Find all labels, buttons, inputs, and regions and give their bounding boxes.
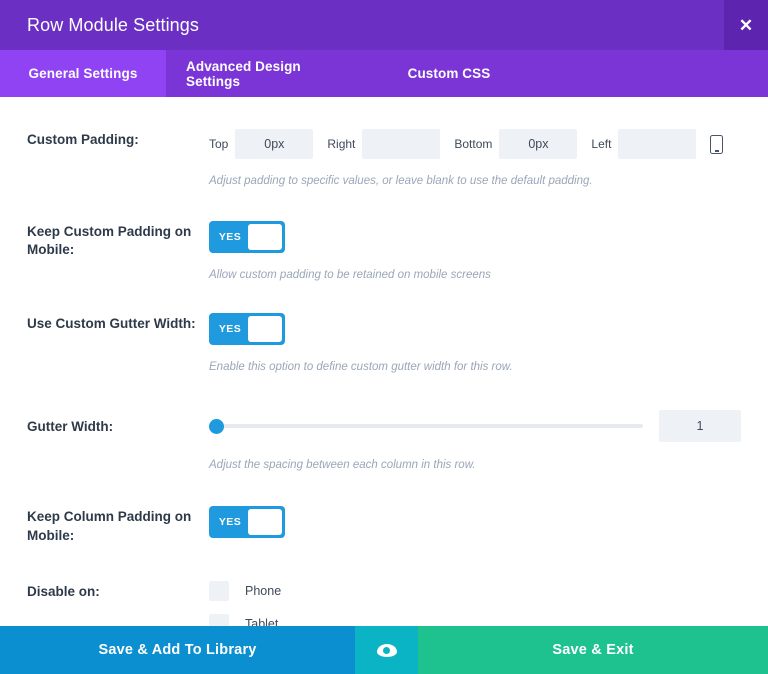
- padding-bottom-label: Bottom: [454, 137, 492, 151]
- page-title: Row Module Settings: [0, 15, 199, 36]
- tab-bar: General Settings Advanced Design Setting…: [0, 50, 768, 97]
- use-custom-gutter-width-label: Use Custom Gutter Width:: [27, 313, 209, 375]
- row-module-settings-modal: Row Module Settings ✕ General Settings A…: [0, 0, 768, 674]
- save-exit-button[interactable]: Save & Exit: [418, 626, 768, 674]
- gutter-width-label: Gutter Width:: [27, 410, 209, 473]
- close-icon: ✕: [739, 17, 753, 34]
- phone-checkbox-label: Phone: [245, 584, 281, 598]
- keep-custom-padding-mobile-toggle[interactable]: YES: [209, 221, 285, 253]
- use-custom-gutter-width-help: Enable this option to define custom gutt…: [209, 359, 741, 375]
- gutter-width-slider-wrap: [209, 410, 741, 442]
- save-add-to-library-button[interactable]: Save & Add To Library: [0, 626, 355, 674]
- slider-handle[interactable]: [209, 419, 224, 434]
- toggle-knob: [248, 509, 282, 535]
- tablet-checkbox-label: Tablet: [245, 617, 278, 626]
- phone-checkbox[interactable]: [209, 581, 229, 601]
- tab-general-settings[interactable]: General Settings: [0, 50, 166, 97]
- padding-left-input[interactable]: [618, 129, 696, 159]
- custom-padding-fields: Top Right Bottom Left: [209, 129, 741, 159]
- padding-right-label: Right: [327, 137, 355, 151]
- use-custom-gutter-width-toggle[interactable]: YES: [209, 313, 285, 345]
- setting-keep-column-padding-mobile: Keep Column Padding on Mobile: YES: [0, 473, 768, 544]
- modal-header: Row Module Settings ✕: [0, 0, 768, 50]
- keep-column-padding-mobile-toggle-value: YES: [212, 516, 248, 528]
- toggle-knob: [248, 316, 282, 342]
- setting-custom-padding: Custom Padding: Top Right Bottom Left Ad…: [0, 97, 768, 189]
- tab-advanced-design-settings[interactable]: Advanced Design Settings: [166, 50, 364, 97]
- modal-footer: Save & Add To Library Save & Exit: [0, 626, 768, 674]
- custom-padding-label: Custom Padding:: [27, 129, 209, 189]
- keep-custom-padding-mobile-label: Keep Custom Padding on Mobile:: [27, 221, 209, 283]
- save-add-to-library-label: Save & Add To Library: [98, 642, 256, 658]
- settings-body: Custom Padding: Top Right Bottom Left Ad…: [0, 97, 768, 626]
- padding-bottom-input[interactable]: [499, 129, 577, 159]
- setting-disable-on: Disable on: Phone Tablet Desktop: [0, 545, 768, 626]
- keep-custom-padding-mobile-toggle-value: YES: [212, 231, 248, 243]
- save-exit-label: Save & Exit: [552, 642, 633, 658]
- setting-keep-custom-padding-mobile: Keep Custom Padding on Mobile: YES Allow…: [0, 189, 768, 283]
- setting-gutter-width: Gutter Width: Adjust the spacing between…: [0, 375, 768, 473]
- slider-track: [209, 424, 643, 428]
- gutter-width-value-input[interactable]: [659, 410, 741, 442]
- padding-right-input[interactable]: [362, 129, 440, 159]
- disable-on-label: Disable on:: [27, 581, 209, 626]
- preview-button[interactable]: [355, 626, 418, 674]
- tab-advanced-design-settings-label: Advanced Design Settings: [186, 59, 344, 89]
- disable-on-option-tablet[interactable]: Tablet: [209, 614, 741, 626]
- use-custom-gutter-width-toggle-value: YES: [212, 323, 248, 335]
- close-button[interactable]: ✕: [724, 0, 768, 50]
- tab-general-settings-label: General Settings: [29, 66, 138, 81]
- disable-on-option-phone[interactable]: Phone: [209, 581, 741, 601]
- eye-icon: [377, 644, 397, 657]
- mobile-phone-icon[interactable]: [710, 135, 723, 154]
- gutter-width-slider[interactable]: [209, 417, 643, 435]
- tablet-checkbox[interactable]: [209, 614, 229, 626]
- setting-use-custom-gutter-width: Use Custom Gutter Width: YES Enable this…: [0, 283, 768, 375]
- tab-custom-css[interactable]: Custom CSS: [364, 50, 534, 97]
- toggle-knob: [248, 224, 282, 250]
- keep-column-padding-mobile-label: Keep Column Padding on Mobile:: [27, 506, 209, 544]
- custom-padding-help: Adjust padding to specific values, or le…: [209, 173, 741, 189]
- keep-column-padding-mobile-toggle[interactable]: YES: [209, 506, 285, 538]
- gutter-width-help: Adjust the spacing between each column i…: [209, 457, 741, 473]
- padding-top-input[interactable]: [235, 129, 313, 159]
- keep-custom-padding-mobile-help: Allow custom padding to be retained on m…: [209, 267, 741, 283]
- tab-custom-css-label: Custom CSS: [408, 66, 491, 81]
- padding-left-label: Left: [591, 137, 611, 151]
- padding-top-label: Top: [209, 137, 228, 151]
